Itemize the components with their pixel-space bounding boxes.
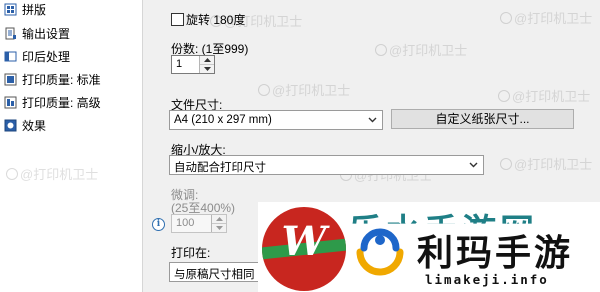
print-on-label: 打印在: [171, 246, 211, 260]
chevron-down-icon [368, 117, 377, 123]
output-settings-icon [4, 27, 17, 40]
sidebar-item-label: 拼版 [22, 2, 47, 17]
watermark: @打印机卫士 [375, 40, 467, 59]
sidebar-item-print-quality-advanced[interactable]: 打印质量: 高级 [4, 93, 101, 111]
watermark-icon [500, 158, 512, 170]
sidebar-item-label: 打印质量: 高级 [22, 95, 101, 110]
sidebar-item-layout[interactable]: 拼版 [4, 0, 46, 18]
sidebar-item-label: 效果 [22, 118, 47, 133]
watermark: @打印机卫士 [498, 86, 590, 105]
brand-name: 利玛手游 [417, 233, 574, 274]
custom-paper-size-button[interactable]: 自定义纸张尺寸... [391, 109, 574, 129]
scale-value: 自动配合打印尺寸 [174, 162, 266, 174]
sidebar-item-post-processing[interactable]: 印后处理 [4, 47, 70, 65]
rotate-180-label[interactable]: 旋转 180度 [186, 11, 245, 28]
watermark: @打印机卫士 [258, 80, 350, 99]
watermark-icon [258, 84, 270, 96]
fine-tune-stepper-buttons [211, 215, 226, 232]
brand-logo-letter: W [281, 218, 327, 265]
sidebar-nav: 拼版 输出设置 印后处理 打印质量: 标准 打印质量: 高级 效果 [0, 0, 142, 292]
copies-stepper-buttons [199, 56, 214, 73]
watermark: @打印机卫士 [500, 8, 592, 27]
watermark: @打印机卫士 [500, 154, 592, 173]
paper-size-select[interactable]: A4 (210 x 297 mm) [169, 110, 383, 130]
arrow-up-icon [203, 58, 211, 62]
print-on-select[interactable]: 与原稿尺寸相同 [169, 262, 269, 282]
watermark-icon [498, 90, 510, 102]
fine-tune-value[interactable]: 100 [176, 217, 194, 229]
sidebar-item-output-settings[interactable]: 输出设置 [4, 24, 70, 42]
print-quality-advanced-icon [4, 96, 17, 109]
sidebar-item-label: 印后处理 [22, 49, 71, 64]
sidebar-item-label: 打印质量: 标准 [22, 72, 101, 87]
fine-tune-stepper[interactable]: 100 [171, 214, 227, 233]
increment-button[interactable] [200, 56, 214, 64]
scale-select[interactable]: 自动配合打印尺寸 [169, 155, 484, 175]
paper-size-value: A4 (210 x 297 mm) [174, 114, 272, 126]
arrow-up-icon [215, 217, 223, 221]
brand-game-icon [356, 228, 404, 276]
rotate-180-checkbox[interactable] [171, 13, 184, 26]
sidebar-item-effect[interactable]: 效果 [4, 116, 46, 134]
print-quality-icon [4, 73, 17, 86]
print-on-value: 与原稿尺寸相同 [174, 269, 255, 281]
post-processing-icon [4, 50, 17, 63]
watermark-icon [500, 12, 512, 24]
effect-icon [4, 119, 17, 132]
watermark-icon [375, 44, 387, 56]
brand-url: limakeji.info [425, 272, 549, 287]
arrow-down-icon [203, 67, 211, 71]
sidebar-divider [142, 0, 143, 292]
arrow-down-icon [215, 226, 223, 230]
sidebar-item-print-quality-standard[interactable]: 打印质量: 标准 [4, 70, 101, 88]
copies-value[interactable]: 1 [176, 58, 182, 70]
info-icon[interactable]: i [152, 218, 165, 231]
increment-button[interactable] [212, 215, 226, 223]
decrement-button[interactable] [200, 64, 214, 73]
copies-stepper[interactable]: 1 [171, 55, 215, 74]
sidebar-item-label: 输出设置 [22, 26, 71, 41]
chevron-down-icon [469, 162, 478, 168]
layout-icon [4, 3, 17, 16]
decrement-button[interactable] [212, 223, 226, 232]
